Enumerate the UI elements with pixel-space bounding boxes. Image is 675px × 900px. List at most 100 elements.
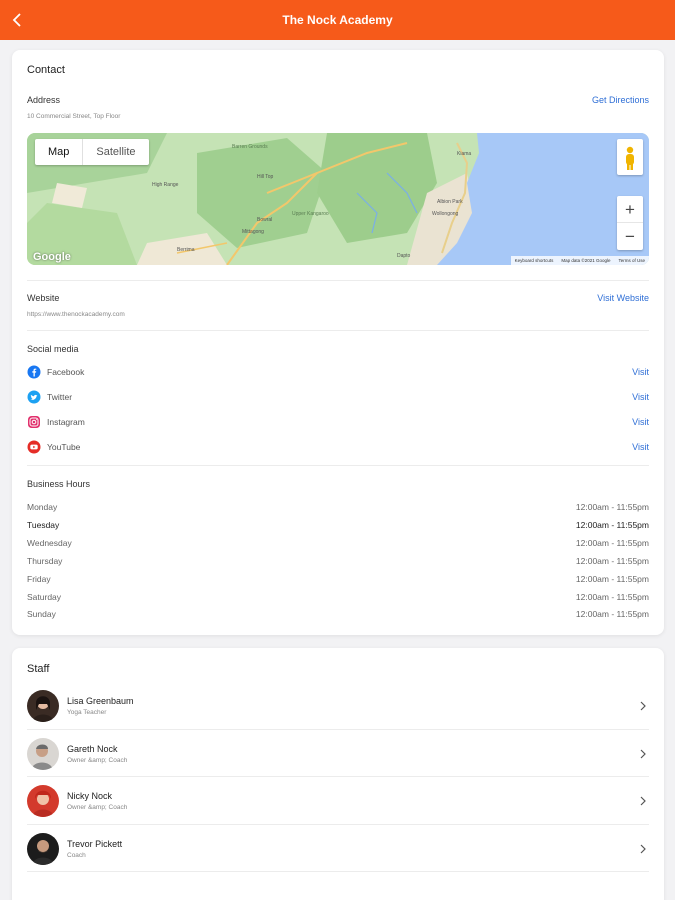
hours-row-today: Tuesday 12:00am - 11:55pm [27, 520, 649, 530]
street-view-pegman-button[interactable] [617, 139, 643, 175]
youtube-icon [27, 440, 41, 454]
address-label: Address [27, 95, 61, 105]
chevron-right-icon [640, 701, 646, 710]
app-header: The Nock Academy [0, 0, 675, 40]
map-data-text: Map data ©2021 Google [561, 258, 611, 263]
divider [27, 871, 649, 872]
social-row-twitter: Twitter Visit [27, 389, 649, 405]
staff-role: Yoga Teacher [67, 708, 107, 716]
chevron-left-icon [12, 13, 21, 27]
staff-title: Staff [27, 663, 50, 675]
back-button[interactable] [6, 8, 30, 32]
google-logo: Google [33, 251, 71, 263]
social-name: YouTube [47, 442, 81, 452]
staff-row[interactable]: Nicky Nock Owner &amp; Coach [27, 777, 649, 824]
hours-time: 12:00am - 11:55pm [575, 556, 649, 566]
social-row-youtube: YouTube Visit [27, 439, 649, 455]
social-name: Instagram [47, 417, 85, 427]
hours-time: 12:00am - 11:55pm [575, 502, 649, 512]
visit-website-link[interactable]: Visit Website [597, 293, 649, 303]
hours-row: Thursday 12:00am - 11:55pm [27, 556, 649, 566]
contact-title: Contact [27, 64, 65, 76]
instagram-visit-link[interactable]: Visit [632, 417, 649, 427]
hours-row: Wednesday 12:00am - 11:55pm [27, 538, 649, 548]
chevron-right-icon [640, 796, 646, 805]
website-label: Website [27, 293, 60, 303]
staff-name: Lisa Greenbaum [67, 695, 134, 706]
chevron-right-icon [640, 749, 646, 758]
svg-text:Dapto: Dapto [397, 253, 411, 259]
svg-text:High Range: High Range [152, 182, 179, 188]
hours-day: Friday [27, 574, 51, 584]
svg-text:Kiama: Kiama [457, 151, 471, 157]
staff-row[interactable]: Gareth Nock Owner &amp; Coach [27, 730, 649, 777]
svg-text:Mittagong: Mittagong [242, 229, 264, 235]
svg-text:Albion Park: Albion Park [437, 199, 463, 205]
social-row-facebook: Facebook Visit [27, 364, 649, 380]
pegman-icon [626, 146, 634, 170]
facebook-icon [27, 365, 41, 379]
hours-time: 12:00am - 11:55pm [575, 592, 649, 602]
hours-time: 12:00am - 11:55pm [575, 574, 649, 584]
map-view[interactable]: Barren Grounds High Range Hill Top Bowra… [27, 133, 649, 265]
hours-row: Sunday 12:00am - 11:55pm [27, 609, 649, 619]
staff-name: Nicky Nock [67, 790, 113, 801]
terms-link[interactable]: Terms of Use [618, 258, 645, 263]
hours-day: Tuesday [27, 520, 60, 530]
social-row-instagram: Instagram Visit [27, 414, 649, 430]
keyboard-shortcuts-link[interactable]: Keyboard shortcuts [515, 258, 554, 263]
svg-text:Upper Kangaroo: Upper Kangaroo [292, 211, 329, 217]
youtube-visit-link[interactable]: Visit [632, 442, 649, 452]
zoom-out-button[interactable]: − [617, 223, 643, 250]
svg-text:Hill Top: Hill Top [257, 174, 274, 180]
hours-day: Monday [27, 502, 58, 512]
hours-day: Thursday [27, 556, 63, 566]
satellite-button[interactable]: Satellite [83, 139, 148, 165]
hours-time: 12:00am - 11:55pm [575, 520, 649, 530]
hours-time: 12:00am - 11:55pm [575, 538, 649, 548]
contact-card: Contact Address Get Directions 10 Commer… [12, 50, 664, 635]
zoom-in-button[interactable]: + [617, 196, 643, 223]
map-button[interactable]: Map [35, 139, 84, 165]
social-name: Facebook [47, 367, 85, 377]
social-media-title: Social media [27, 344, 79, 354]
twitter-visit-link[interactable]: Visit [632, 392, 649, 402]
svg-text:Bowral: Bowral [257, 217, 272, 223]
chevron-right-icon [640, 844, 646, 853]
divider [27, 280, 649, 281]
hours-row: Saturday 12:00am - 11:55pm [27, 592, 649, 602]
map-type-toggle: Map Satellite [35, 139, 149, 165]
hours-day: Wednesday [27, 538, 72, 548]
hours-row: Friday 12:00am - 11:55pm [27, 574, 649, 584]
hours-time: 12:00am - 11:55pm [575, 609, 649, 619]
instagram-icon [27, 415, 41, 429]
business-hours-title: Business Hours [27, 479, 91, 489]
divider [27, 465, 649, 466]
hours-day: Saturday [27, 592, 62, 602]
svg-text:Barren Grounds: Barren Grounds [232, 144, 268, 150]
staff-name: Trevor Pickett [67, 838, 123, 849]
divider [27, 330, 649, 331]
staff-role: Owner &amp; Coach [67, 803, 128, 811]
facebook-visit-link[interactable]: Visit [632, 367, 649, 377]
zoom-controls: + − [617, 196, 643, 250]
staff-role: Owner &amp; Coach [67, 756, 128, 764]
avatar [27, 832, 59, 865]
avatar [27, 737, 59, 770]
hours-row: Monday 12:00am - 11:55pm [27, 502, 649, 512]
staff-card: Staff Lisa Greenbaum Yoga Teacher Gareth… [12, 648, 664, 900]
address-value: 10 Commercial Street, Top Floor [27, 113, 121, 120]
get-directions-link[interactable]: Get Directions [592, 95, 649, 105]
avatar [27, 689, 59, 722]
map-attribution: Keyboard shortcuts Map data ©2021 Google… [510, 256, 649, 265]
staff-name: Gareth Nock [67, 743, 118, 754]
svg-text:Berrima: Berrima [177, 247, 195, 253]
staff-row[interactable]: Lisa Greenbaum Yoga Teacher [27, 682, 649, 729]
svg-text:Wollongong: Wollongong [432, 211, 459, 217]
avatar [27, 784, 59, 817]
hours-day: Sunday [27, 609, 56, 619]
staff-row[interactable]: Trevor Pickett Coach [27, 825, 649, 872]
social-name: Twitter [47, 392, 73, 402]
website-value: https://www.thenockacademy.com [27, 311, 125, 318]
staff-role: Coach [67, 851, 86, 859]
